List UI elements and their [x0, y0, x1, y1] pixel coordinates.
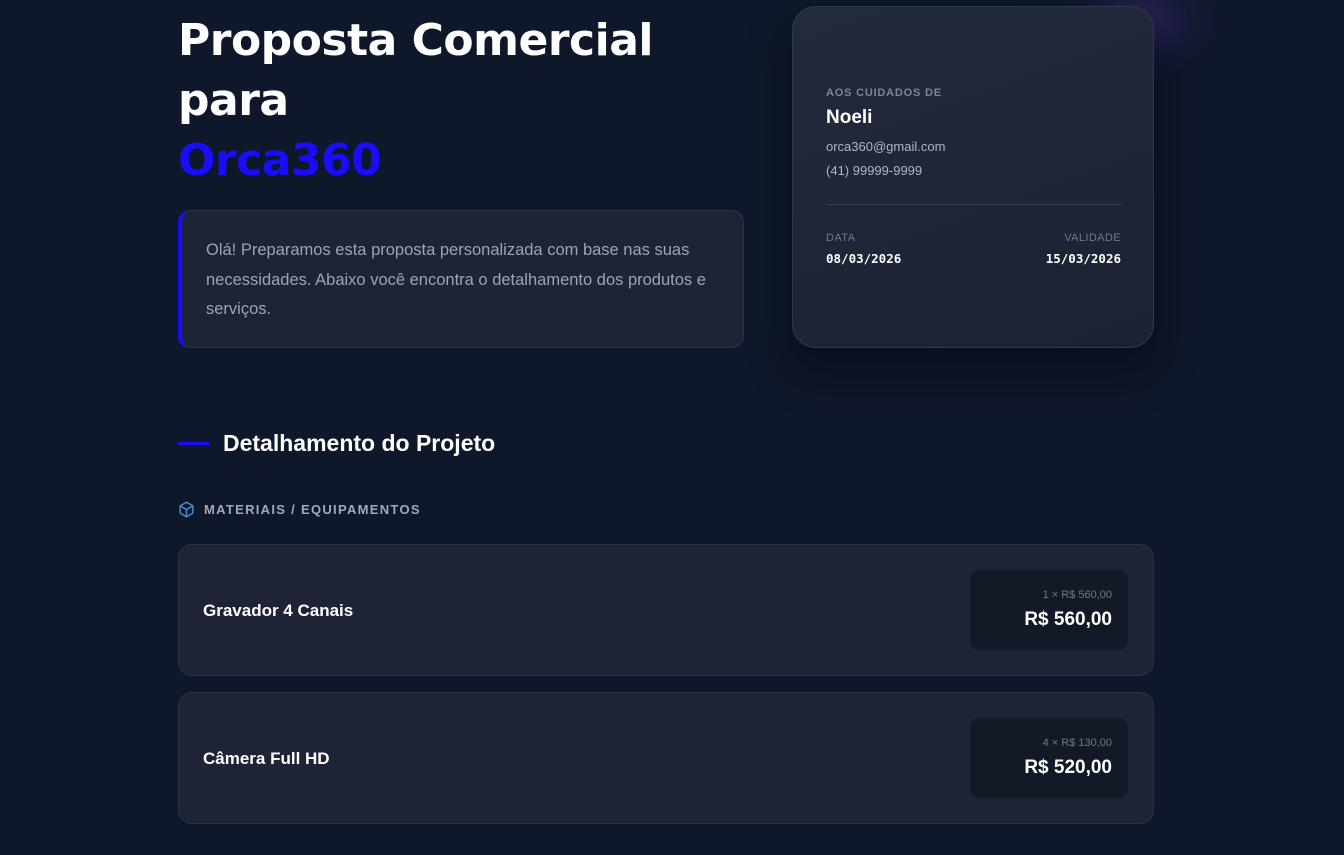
section-title: Detalhamento do Projeto: [223, 430, 496, 456]
item-total: R$ 520,00: [1024, 757, 1112, 778]
date-value: 08/03/2026: [826, 251, 902, 266]
title-line-1: Proposta Comercial: [178, 15, 653, 66]
price-box: 4 × R$ 130,00 R$ 520,00: [970, 718, 1128, 798]
title-line-2: para: [178, 75, 289, 126]
unit-price: 4 × R$ 130,00: [1042, 737, 1112, 749]
price-box: 1 × R$ 560,00 R$ 560,00: [970, 570, 1128, 650]
proposal-page: Proposta Comercial para Orca360 Olá! Pre…: [0, 0, 1344, 855]
item-name: Gravador 4 Canais: [203, 601, 354, 620]
date-label: DATA: [826, 232, 856, 244]
page-title: Proposta Comercial para Orca360: [178, 11, 738, 191]
item-total: R$ 560,00: [1024, 609, 1112, 630]
validity-value: 15/03/2026: [1045, 251, 1121, 266]
attention-label: AOS CUIDADOS DE: [826, 87, 942, 99]
contact-name: Noeli: [826, 107, 873, 128]
intro-message: Olá! Preparamos esta proposta personaliz…: [178, 210, 744, 348]
list-item: Câmera Full HD 4 × R$ 130,00 R$ 520,00: [178, 692, 1154, 824]
category-label: MATERIAIS / EQUIPAMENTOS: [204, 502, 421, 517]
list-item: Gravador 4 Canais 1 × R$ 560,00 R$ 560,0…: [178, 544, 1154, 676]
validity-label: VALIDADE: [1064, 232, 1121, 244]
unit-price: 1 × R$ 560,00: [1042, 589, 1112, 601]
contact-phone: (41) 99999-9999: [826, 163, 923, 178]
contact-email: orca360@gmail.com: [826, 139, 946, 154]
client-name-title: Orca360: [178, 135, 382, 186]
client-card: AOS CUIDADOS DE Noeli orca360@gmail.com …: [792, 6, 1154, 348]
section-accent-bar: [178, 442, 210, 445]
item-name: Câmera Full HD: [203, 749, 330, 768]
card-divider: [826, 204, 1122, 205]
box-icon: [178, 501, 195, 518]
